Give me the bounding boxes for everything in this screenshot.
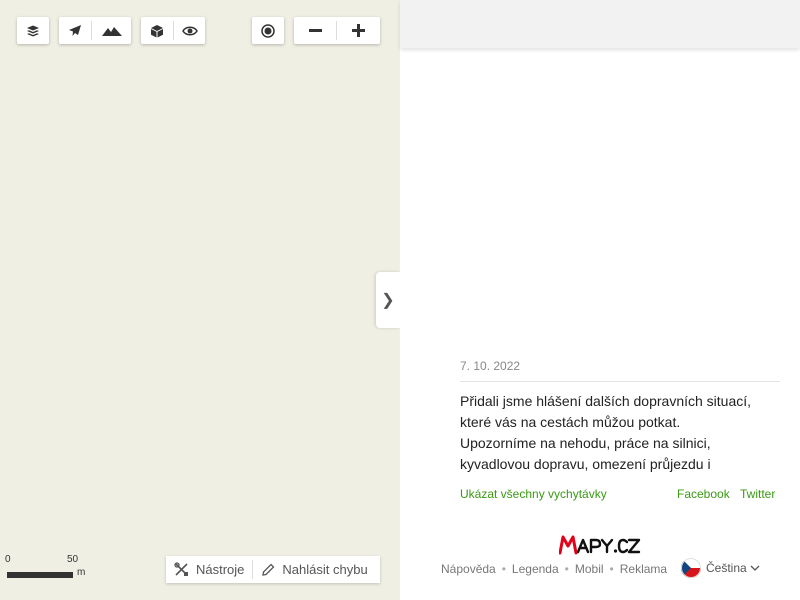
czech-flag-icon <box>681 558 701 578</box>
facebook-link[interactable]: Facebook <box>677 487 730 501</box>
show-all-features-link[interactable]: Ukázat všechny vychytávky <box>460 487 607 501</box>
pencil-icon <box>262 563 275 576</box>
footer-link-legend[interactable]: Legenda <box>512 562 559 576</box>
footer-link-help[interactable]: Nápověda <box>441 562 496 576</box>
plane-icon <box>69 24 81 36</box>
minus-icon <box>308 29 322 32</box>
language-selector[interactable]: Čeština <box>681 558 760 578</box>
terrain-button[interactable] <box>92 17 131 44</box>
layers-control <box>17 17 49 44</box>
panorama-button[interactable] <box>174 17 205 44</box>
footer-link-mobile[interactable]: Mobil <box>575 562 604 576</box>
language-label: Čeština <box>706 561 747 575</box>
panel-header <box>400 0 800 48</box>
zoom-out-button[interactable] <box>294 17 336 44</box>
terrain-icon <box>101 26 122 36</box>
map-canvas[interactable]: 0 50 m Nástroje Nahlásit chybu <box>0 0 400 600</box>
locate-icon <box>261 23 275 38</box>
map-tools-bar: Nástroje Nahlásit chybu <box>166 556 380 583</box>
footer-link-ads[interactable]: Reklama <box>620 562 667 576</box>
zoom-control <box>294 17 380 44</box>
eye-icon <box>181 26 198 35</box>
scale-bar <box>7 572 73 578</box>
chevron-down-icon <box>750 565 760 571</box>
scale-zero-label: 0 <box>5 554 11 565</box>
scale-max-label: 50 <box>67 554 79 565</box>
footer-links: Nápověda • Legenda • Mobil • Reklama <box>441 562 667 576</box>
side-panel <box>400 0 800 600</box>
scale-unit-label: m <box>77 567 86 578</box>
news-date: 7. 10. 2022 <box>460 359 521 373</box>
tools-icon <box>174 562 188 576</box>
separator-dot: • <box>609 562 614 576</box>
twitter-link[interactable]: Twitter <box>740 487 775 501</box>
report-error-label: Nahlásit chybu <box>282 562 368 577</box>
plus-icon <box>352 24 365 37</box>
map-scale: 0 50 m <box>5 554 95 580</box>
news-text: Přidali jsme hlášení dalších dopravních … <box>460 393 752 472</box>
separator-dot: • <box>501 562 506 576</box>
locate-control <box>252 17 284 44</box>
map-type-control <box>59 17 131 44</box>
tools-label: Nástroje <box>196 562 245 577</box>
collapse-panel-button[interactable]: ❯ <box>376 272 400 328</box>
layers-button[interactable] <box>17 17 49 44</box>
tools-button[interactable]: Nástroje <box>166 556 252 583</box>
chevron-right-icon: ❯ <box>381 292 395 309</box>
separator-dot: • <box>564 562 569 576</box>
view-3d-control <box>141 17 205 44</box>
zoom-in-button[interactable] <box>337 17 380 44</box>
mapy-cz-logo[interactable] <box>558 534 641 561</box>
cube-icon <box>151 24 163 37</box>
locate-button[interactable] <box>252 17 284 44</box>
report-error-button[interactable]: Nahlásit chybu <box>253 556 375 583</box>
layers-icon <box>27 25 39 36</box>
news-divider <box>460 381 780 382</box>
aerial-map-button[interactable] <box>59 17 91 44</box>
3d-button[interactable] <box>141 17 173 44</box>
